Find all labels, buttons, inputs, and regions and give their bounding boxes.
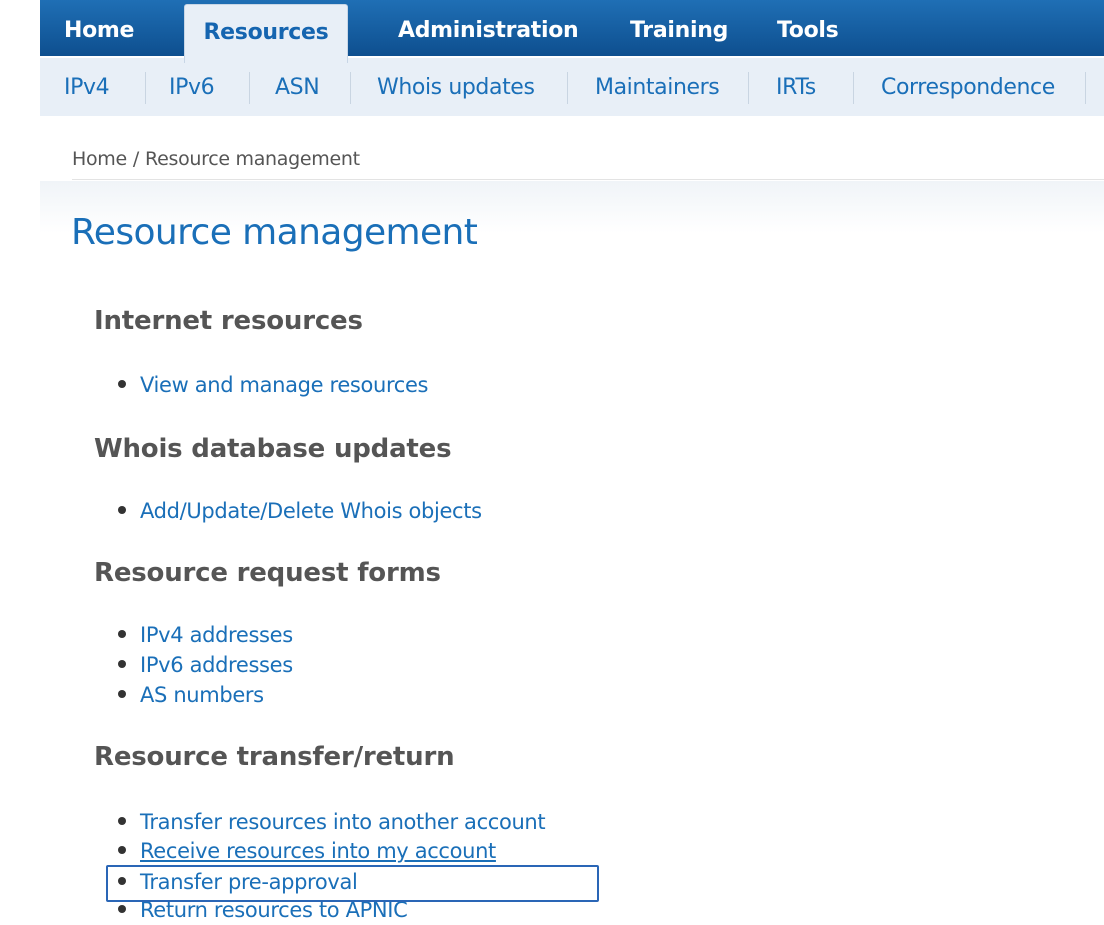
subnav-divider — [748, 72, 749, 104]
subnav-item-maintainers[interactable]: Maintainers — [595, 58, 720, 116]
bullet-icon — [118, 380, 126, 388]
transfer-resources-link[interactable]: Transfer resources into another account — [140, 810, 546, 834]
list-item: IPv4 addresses — [118, 620, 293, 650]
section-heading-whois-updates: Whois database updates — [94, 434, 452, 464]
bullet-icon — [118, 817, 126, 825]
breadcrumb-separator: / — [132, 148, 140, 170]
subnav-divider — [145, 72, 146, 104]
subnav-divider — [249, 72, 250, 104]
view-manage-resources-link[interactable]: View and manage resources — [140, 373, 429, 397]
subnav-item-whois-updates[interactable]: Whois updates — [377, 58, 535, 116]
receive-resources-link[interactable]: Receive resources into my account — [140, 839, 496, 863]
list-item: View and manage resources — [118, 370, 429, 400]
breadcrumb-divider — [72, 179, 1104, 180]
page-title: Resource management — [71, 212, 478, 253]
subnav-divider — [1085, 72, 1086, 104]
bullet-icon — [118, 630, 126, 638]
breadcrumb-current: Resource management — [145, 148, 360, 170]
list-item: IPv6 addresses — [118, 650, 293, 680]
add-update-delete-whois-link[interactable]: Add/Update/Delete Whois objects — [140, 499, 482, 523]
subnav-item-irts[interactable]: IRTs — [776, 58, 816, 116]
subnav-item-correspondence[interactable]: Correspondence — [881, 58, 1055, 116]
section-heading-internet-resources: Internet resources — [94, 306, 363, 336]
subnav-divider — [853, 72, 854, 104]
bullet-icon — [118, 660, 126, 668]
top-navigation-bar: Home Resources Administration Training T… — [40, 0, 1104, 63]
subnav-divider — [567, 72, 568, 104]
list-item: AS numbers — [118, 680, 264, 710]
list-item: Receive resources into my account — [118, 836, 496, 866]
list-item: Add/Update/Delete Whois objects — [118, 496, 482, 526]
as-numbers-link[interactable]: AS numbers — [140, 683, 264, 707]
tab-tools[interactable]: Tools — [777, 0, 839, 56]
bullet-icon — [118, 905, 126, 913]
section-heading-transfer-return: Resource transfer/return — [94, 742, 455, 772]
subnav-item-asn[interactable]: ASN — [275, 58, 320, 116]
highlight-box — [106, 865, 599, 902]
tab-resources[interactable]: Resources — [184, 4, 348, 63]
section-heading-request-forms: Resource request forms — [94, 558, 441, 588]
tab-training[interactable]: Training — [630, 0, 728, 56]
tab-home[interactable]: Home — [64, 0, 134, 56]
ipv6-addresses-link[interactable]: IPv6 addresses — [140, 653, 293, 677]
bullet-icon — [118, 690, 126, 698]
sub-navigation-bar: IPv4 IPv6 ASN Whois updates Maintainers … — [40, 58, 1104, 116]
breadcrumb-home[interactable]: Home — [72, 148, 127, 170]
bullet-icon — [118, 846, 126, 854]
ipv4-addresses-link[interactable]: IPv4 addresses — [140, 623, 293, 647]
subnav-item-ipv6[interactable]: IPv6 — [169, 58, 215, 116]
breadcrumb: Home / Resource management — [72, 148, 360, 170]
subnav-item-ipv4[interactable]: IPv4 — [64, 58, 110, 116]
list-item: Transfer resources into another account — [118, 807, 546, 837]
bullet-icon — [118, 506, 126, 514]
tab-administration[interactable]: Administration — [398, 0, 579, 56]
subnav-divider — [350, 72, 351, 104]
